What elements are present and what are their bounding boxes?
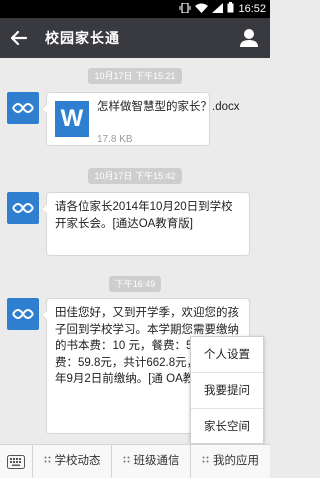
menu-item-parent-space[interactable]: 家长空间	[191, 409, 263, 445]
avatar[interactable]	[7, 92, 39, 124]
title-bar: 校园家长通	[0, 18, 270, 58]
person-icon	[240, 29, 258, 47]
menu-label: 班级通信	[133, 455, 180, 467]
message-time: 下午16:49	[109, 276, 161, 292]
menu-dots-icon	[44, 456, 50, 463]
text-message-bubble[interactable]: 请各位家长2014年10月20日到学校开家长会。[通达OA教育版]	[41, 192, 250, 256]
page-title: 校园家长通	[45, 30, 120, 46]
signal-icon	[212, 2, 224, 16]
back-arrow-icon	[10, 30, 28, 46]
vibrate-icon	[179, 1, 191, 16]
keyboard-icon	[7, 454, 25, 469]
submenu-popup: 个人设置 我要提问 家长空间	[190, 336, 264, 444]
profile-button[interactable]	[238, 26, 260, 50]
file-name: 怎样做智慧型的家长？.docx	[97, 101, 240, 113]
menu-item-ask-question[interactable]: 我要提问	[191, 373, 263, 409]
app-logo-icon	[12, 103, 34, 113]
message-time: 10月17日 下午15:42	[88, 168, 182, 184]
status-bar: 16:52	[0, 0, 270, 18]
clock-time: 16:52	[238, 3, 266, 15]
avatar[interactable]	[7, 192, 39, 224]
avatar[interactable]	[7, 298, 39, 330]
menu-my-apps[interactable]: 我的应用	[191, 445, 270, 478]
word-document-icon: W	[55, 101, 89, 137]
menu-dots-icon	[123, 456, 129, 463]
menu-label: 我的应用	[213, 455, 259, 467]
menu-class-communication[interactable]: 班级通信	[112, 445, 191, 478]
menu-dots-icon	[202, 456, 209, 463]
file-message-bubble[interactable]: W 怎样做智慧型的家长？.docx 17.8 KB	[41, 92, 240, 146]
message-time: 10月17日 下午15:21	[88, 68, 182, 84]
menu-item-personal-settings[interactable]: 个人设置	[191, 337, 263, 373]
bottom-menu-bar: 学校动态 班级通信 我的应用	[0, 444, 270, 478]
file-size: 17.8 KB	[97, 134, 133, 145]
wifi-icon	[195, 3, 209, 16]
keyboard-button[interactable]	[0, 445, 33, 478]
app-logo-icon	[12, 203, 34, 213]
app-logo-icon	[12, 309, 34, 319]
battery-icon	[227, 2, 234, 16]
back-button[interactable]	[8, 26, 30, 50]
menu-school-news[interactable]: 学校动态	[33, 445, 112, 478]
menu-label: 学校动态	[54, 455, 101, 467]
message-text: 请各位家长2014年10月20日到学校开家长会。[通达OA教育版]	[55, 201, 233, 230]
